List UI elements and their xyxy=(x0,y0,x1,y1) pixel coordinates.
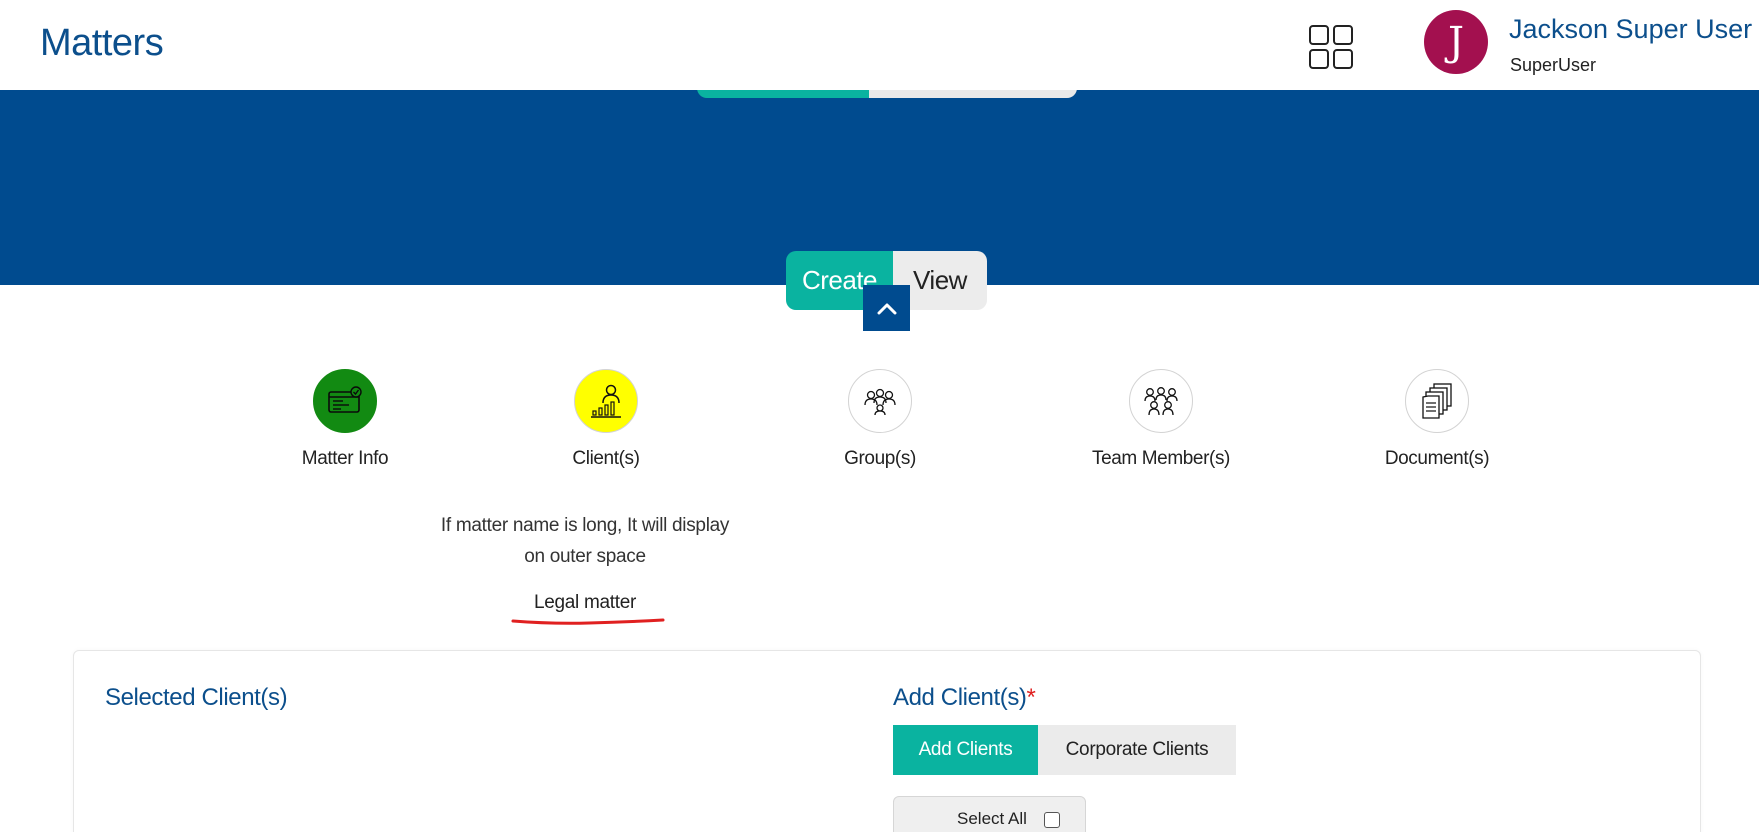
note-line-1: If matter name is long, It will display xyxy=(440,515,730,536)
step-label: Matter Info xyxy=(301,448,389,469)
tab-corporate-clients[interactable]: Corporate Clients xyxy=(1038,725,1236,775)
select-all-checkbox[interactable] xyxy=(1044,812,1060,828)
selected-clients-title: Selected Client(s) xyxy=(105,684,288,711)
clients-card xyxy=(73,650,1701,832)
select-all-box: Select All xyxy=(893,796,1086,832)
client-tabs: Add Clients Corporate Clients xyxy=(893,725,1236,775)
document-icon xyxy=(1405,369,1469,433)
page-title: Matters xyxy=(40,22,164,64)
client-icon xyxy=(574,369,638,433)
note-line-2: on outer space xyxy=(524,546,646,567)
step-label: Document(s) xyxy=(1384,448,1490,469)
required-mark: * xyxy=(1026,684,1036,711)
matter-name-note: If matter name is long, It will display … xyxy=(420,510,750,572)
collapse-banner-button[interactable] xyxy=(863,285,910,331)
add-clients-title: Add Client(s)* xyxy=(893,684,1036,711)
user-name[interactable]: Jackson Super User xyxy=(1509,14,1752,45)
group-icon xyxy=(848,369,912,433)
step-team-members[interactable]: Team Member(s) xyxy=(1086,369,1236,470)
user-role: SuperUser xyxy=(1510,55,1597,75)
step-label: Client(s) xyxy=(572,448,640,469)
tab-add-clients[interactable]: Add Clients xyxy=(893,725,1038,775)
page: Create View Matters J Jackson Super User… xyxy=(0,0,1759,832)
step-documents[interactable]: Document(s) xyxy=(1377,369,1497,470)
top-header: Matters J Jackson Super User SuperUser xyxy=(0,0,1759,90)
matter-info-icon xyxy=(313,369,377,433)
action-banner: Create View xyxy=(0,90,1759,310)
step-label: Group(s) xyxy=(844,448,916,469)
select-all-label: Select All xyxy=(957,809,1027,828)
apps-grid-icon[interactable] xyxy=(1308,24,1354,70)
step-label: Team Member(s) xyxy=(1092,448,1230,469)
red-underline-annotation xyxy=(511,618,665,625)
step-clients[interactable]: Client(s) xyxy=(546,369,666,470)
chevron-up-icon xyxy=(877,303,896,315)
team-icon xyxy=(1129,369,1193,433)
matter-name: Legal matter xyxy=(533,592,636,613)
step-groups[interactable]: Group(s) xyxy=(820,369,940,470)
avatar[interactable]: J xyxy=(1424,10,1488,74)
step-matter-info[interactable]: Matter Info xyxy=(280,369,410,470)
